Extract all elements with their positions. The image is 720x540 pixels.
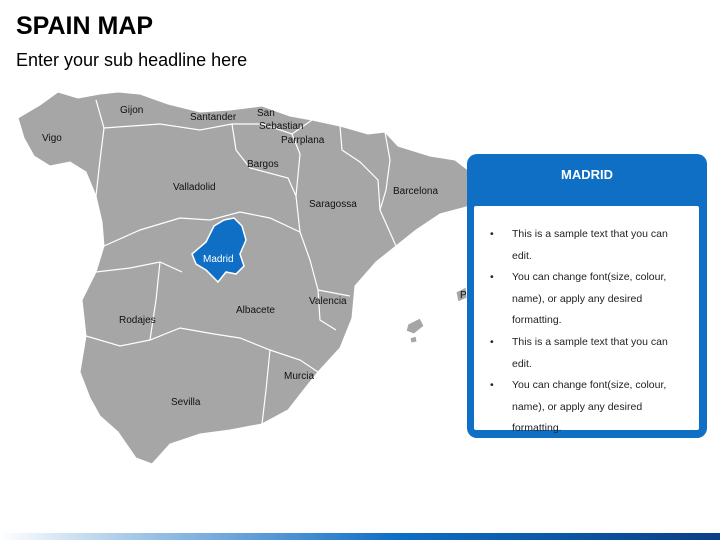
bullet-continuation: formatting.: [512, 314, 562, 327]
label-barcelona: Barcelona: [393, 186, 438, 197]
label-santander: Santander: [190, 112, 237, 123]
label-murcia: Murcia: [284, 371, 314, 382]
label-valencia: Valencia: [309, 296, 347, 307]
bullet-item: This is a sample text that you can edit.: [488, 332, 689, 375]
label-valladolid: Valladolid: [173, 182, 216, 193]
bullet-continuation: name), or apply any desired: [512, 292, 643, 305]
label-vigo: Vigo: [42, 133, 62, 144]
bullet-item: You can change font(size, colour,: [488, 267, 689, 289]
ibiza-island: [405, 317, 425, 335]
formentera-island: [409, 335, 418, 344]
label-albacete: Albacete: [236, 305, 275, 316]
label-parrplana: Parrplana: [281, 135, 325, 146]
bullet-list: This is a sample text that you can edit.…: [488, 224, 689, 440]
label-madrid: Madrid: [203, 254, 234, 265]
label-san-sebastian-line1: San: [257, 108, 275, 119]
bullet-continuation: name), or apply any desired: [512, 400, 643, 413]
bottom-accent-bar: [0, 533, 720, 540]
page-subtitle: Enter your sub headline here: [16, 50, 248, 70]
label-sevilla: Sevilla: [171, 397, 201, 408]
info-callout: MADRID This is a sample text that you ca…: [467, 154, 707, 438]
label-gijon: Gijon: [120, 105, 143, 116]
bullet-item: You can change font(size, colour,: [488, 375, 689, 397]
label-rodajes: Rodajes: [119, 315, 156, 326]
bullet-continuation: formatting.: [512, 422, 562, 435]
label-san-sebastian-line2: Sebastian: [259, 121, 303, 132]
bullet-item: This is a sample text that you can edit.: [488, 224, 689, 267]
page-title: SPAIN MAP: [16, 12, 154, 40]
label-bargos: Bargos: [247, 159, 279, 170]
spain-mainland: [17, 91, 471, 465]
label-p: P: [460, 290, 467, 301]
label-saragossa: Saragossa: [309, 199, 357, 210]
callout-body: This is a sample text that you can edit.…: [474, 206, 699, 434]
callout-title: MADRID: [561, 167, 613, 182]
